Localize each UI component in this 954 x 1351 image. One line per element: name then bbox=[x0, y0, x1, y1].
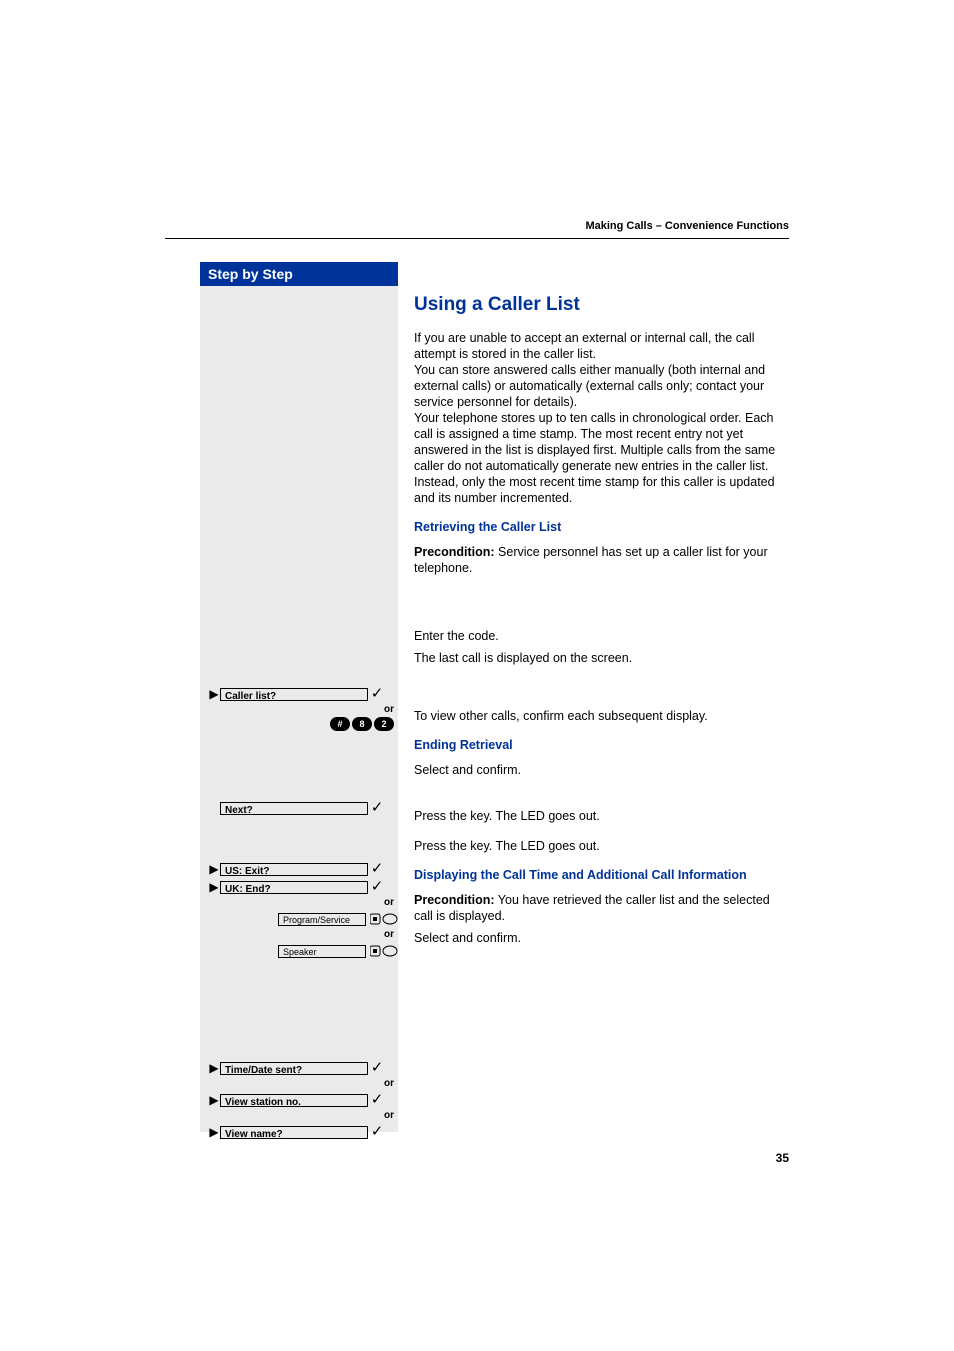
check-icon: ✓ bbox=[368, 880, 386, 894]
right-arrow-icon: ▶ bbox=[208, 1094, 220, 1106]
body-text: To view other calls, confirm each subseq… bbox=[414, 708, 786, 724]
or-label: or bbox=[208, 928, 398, 942]
body-text: Enter the code. bbox=[414, 628, 786, 644]
body-text: Your telephone stores up to ten calls in… bbox=[414, 410, 786, 506]
body-text: If you are unable to accept an external … bbox=[414, 330, 786, 362]
display-box: Next? bbox=[220, 802, 368, 815]
prompt-next: ▶ Next? ✓ bbox=[208, 799, 398, 817]
precondition-label: Precondition: bbox=[414, 545, 495, 559]
body-text: Press the key. The LED goes out. bbox=[414, 808, 786, 824]
key-led-icon bbox=[370, 945, 398, 957]
right-arrow-icon: ▶ bbox=[208, 688, 220, 700]
display-box: Caller list? bbox=[220, 688, 368, 701]
header-rule bbox=[165, 238, 789, 239]
check-icon: ✓ bbox=[368, 687, 386, 701]
prompt-view-station: ▶ View station no. ✓ bbox=[208, 1091, 398, 1109]
check-icon: ✓ bbox=[368, 862, 386, 876]
precondition-text: Precondition: You have retrieved the cal… bbox=[414, 892, 786, 924]
step-by-step-sidebar: Step by Step ▶ Caller list? ✓ or # 8 2 bbox=[200, 262, 398, 1132]
check-icon: ✓ bbox=[368, 801, 386, 815]
digit-8-key-icon: 8 bbox=[352, 717, 372, 731]
hash-key-icon: # bbox=[330, 717, 350, 731]
digit-2-key-icon: 2 bbox=[374, 717, 394, 731]
display-box: US: Exit? bbox=[220, 863, 368, 876]
precondition-label: Precondition: bbox=[414, 893, 495, 907]
display-box: View name? bbox=[220, 1126, 368, 1139]
check-icon: ✓ bbox=[368, 1125, 386, 1139]
display-box: UK: End? bbox=[220, 881, 368, 894]
prompt-us-exit: ▶ US: Exit? ✓ bbox=[208, 860, 398, 878]
right-arrow-icon: ▶ bbox=[208, 881, 220, 893]
key-speaker: Speaker bbox=[208, 942, 398, 960]
prompt-uk-end: ▶ UK: End? ✓ bbox=[208, 878, 398, 896]
right-arrow-icon: ▶ bbox=[208, 1126, 220, 1138]
main-content: Using a Caller List If you are unable to… bbox=[414, 262, 786, 952]
body-text: The last call is displayed on the screen… bbox=[414, 650, 786, 666]
display-box: Time/Date sent? bbox=[220, 1062, 368, 1075]
prompt-view-name: ▶ View name? ✓ bbox=[208, 1123, 398, 1141]
running-header: Making Calls – Convenience Functions bbox=[165, 220, 789, 232]
or-label: or bbox=[208, 703, 398, 717]
prompt-time-date: ▶ Time/Date sent? ✓ bbox=[208, 1059, 398, 1077]
check-icon: ✓ bbox=[368, 1061, 386, 1075]
sub-heading: Ending Retrieval bbox=[414, 738, 786, 752]
sub-heading: Retrieving the Caller List bbox=[414, 520, 786, 534]
body-text: Press the key. The LED goes out. bbox=[414, 838, 786, 854]
prompt-caller-list: ▶ Caller list? ✓ bbox=[208, 685, 398, 703]
or-label: or bbox=[208, 896, 398, 910]
or-label: or bbox=[208, 1109, 398, 1123]
right-arrow-icon: ▶ bbox=[208, 1062, 220, 1074]
sidebar-title: Step by Step bbox=[200, 262, 398, 286]
display-box: View station no. bbox=[220, 1094, 368, 1107]
body-text: Select and confirm. bbox=[414, 762, 786, 778]
check-icon: ✓ bbox=[368, 1093, 386, 1107]
right-arrow-icon: ▶ bbox=[208, 863, 220, 875]
key-label-box: Program/Service bbox=[278, 913, 366, 926]
section-heading: Using a Caller List bbox=[414, 294, 786, 316]
key-led-icon bbox=[370, 913, 398, 925]
page-number: 35 bbox=[776, 1151, 789, 1165]
or-label: or bbox=[208, 1077, 398, 1091]
body-text: Select and confirm. bbox=[414, 930, 786, 946]
key-program-service: Program/Service bbox=[208, 910, 398, 928]
body-text: You can store answered calls either manu… bbox=[414, 362, 786, 410]
key-label-box: Speaker bbox=[278, 945, 366, 958]
precondition-text: Precondition: Service personnel has set … bbox=[414, 544, 786, 576]
sub-heading: Displaying the Call Time and Additional … bbox=[414, 868, 786, 882]
key-code-row: # 8 2 bbox=[208, 717, 398, 731]
